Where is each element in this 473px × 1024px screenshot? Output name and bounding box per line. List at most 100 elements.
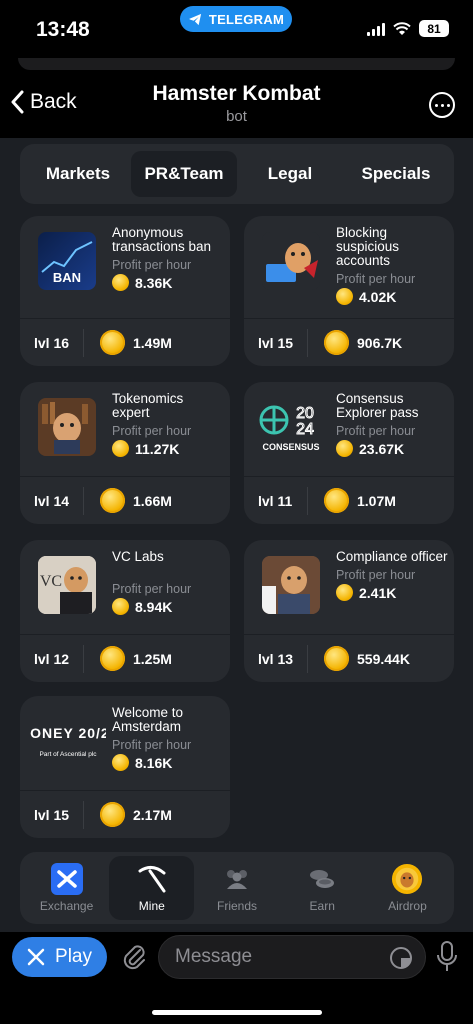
svg-text:VC: VC (40, 573, 62, 590)
profit-per-hour-label: Profit per hour (112, 582, 192, 596)
wifi-icon (393, 21, 411, 35)
main-panel: Markets PR&Team Legal Specials BAN Anony… (0, 138, 473, 932)
close-icon (27, 948, 45, 966)
level-label: lvl 15 (20, 800, 84, 829)
telegram-pill[interactable]: TELEGRAM (180, 6, 292, 32)
nav-airdrop[interactable]: Airdrop (365, 856, 450, 920)
profit-per-hour-label: Profit per hour (112, 738, 192, 752)
nav-label: Friends (217, 899, 258, 913)
card-consensus-explorer-pass[interactable]: 20 24 CONSENSUS Consensus Explorer pass … (244, 382, 454, 524)
level-label: lvl 16 (20, 328, 84, 357)
bottom-nav: Exchange Mine Friends Earn Airdrop (20, 852, 454, 924)
hamster-officer-icon (262, 556, 320, 614)
coin-icon (112, 440, 129, 457)
microphone-icon[interactable] (436, 940, 458, 974)
card-title: Tokenomics expert (112, 391, 184, 420)
profit-per-hour-value: 4.02K (359, 288, 397, 305)
pickaxe-icon (136, 863, 168, 895)
friends-icon (221, 863, 253, 895)
tab-legal[interactable]: Legal (237, 151, 343, 197)
profit-per-hour-value: 2.41K (359, 584, 397, 601)
card-welcome-to-amsterdam[interactable]: MONEY 20/20 Part of Ascential plc Welcom… (20, 696, 230, 838)
card-title: Welcome to Amsterdam (112, 705, 184, 734)
coin-icon (112, 598, 129, 615)
profit-per-hour-label: Profit per hour (336, 568, 416, 582)
status-icons: 81 (367, 20, 449, 37)
play-button[interactable]: Play (12, 937, 107, 977)
message-input[interactable] (175, 946, 375, 968)
message-bar: Play (0, 932, 473, 1024)
card-vc-labs[interactable]: VC VC Labs Profit per hour 8.94K lvl 12 … (20, 540, 230, 682)
profit-per-hour-label: Profit per hour (336, 272, 416, 286)
signal-icon (367, 22, 385, 36)
hamster-laptop-icon (262, 232, 320, 290)
play-label: Play (55, 946, 92, 967)
coin-icon (100, 646, 125, 671)
tab-specials[interactable]: Specials (343, 151, 449, 197)
upgrade-cost: 559.44K (357, 650, 410, 667)
money2020-logo-icon: MONEY 20/20 Part of Ascential plc (30, 712, 106, 770)
card-title: Blocking suspicious accounts (336, 225, 400, 268)
nav-earn[interactable]: Earn (280, 856, 365, 920)
level-label: lvl 12 (20, 644, 84, 673)
coin-icon (100, 488, 125, 513)
nav-friends[interactable]: Friends (194, 856, 279, 920)
svg-text:24: 24 (296, 421, 314, 438)
telegram-icon (189, 13, 201, 25)
nav-label: Mine (138, 899, 165, 913)
attach-icon[interactable] (120, 942, 148, 972)
card-anonymous-transactions-ban[interactable]: BAN Anonymous transactions ban Profit pe… (20, 216, 230, 366)
level-label: lvl 15 (244, 328, 308, 357)
hamster-library-icon (38, 398, 96, 456)
level-label: lvl 11 (244, 486, 308, 515)
svg-text:Part of Ascential plc: Part of Ascential plc (39, 751, 97, 758)
ban-chart-icon: BAN (38, 232, 96, 290)
sticker-icon[interactable] (389, 946, 413, 970)
coin-icon (112, 754, 129, 771)
page-title: Hamster Kombat (152, 82, 321, 105)
card-title: VC Labs (112, 549, 164, 564)
telegram-pill-label: TELEGRAM (208, 11, 285, 27)
nav-label: Exchange (39, 899, 94, 913)
card-tokenomics-expert[interactable]: Tokenomics expert Profit per hour 11.27K… (20, 382, 230, 524)
upgrade-cost: 906.7K (357, 334, 403, 351)
upgrade-cost: 1.49M (133, 334, 172, 351)
card-title: Compliance officer (336, 549, 448, 564)
profit-per-hour-value: 11.27K (135, 440, 180, 457)
coin-icon (100, 802, 125, 827)
coin-icon (336, 584, 353, 601)
header: Back Hamster Kombat bot (0, 58, 473, 138)
nav-mine[interactable]: Mine (109, 856, 195, 920)
more-button[interactable] (429, 92, 455, 118)
coins-icon (306, 863, 338, 895)
coin-icon (336, 440, 353, 457)
coin-icon (100, 330, 125, 355)
nav-label: Airdrop (388, 899, 427, 913)
tab-pr-team[interactable]: PR&Team (131, 151, 237, 197)
nav-label: Earn (309, 899, 335, 913)
svg-text:BAN: BAN (53, 270, 81, 285)
card-title: Consensus Explorer pass (336, 391, 419, 420)
level-label: lvl 14 (20, 486, 84, 515)
tab-markets[interactable]: Markets (25, 151, 131, 197)
profit-per-hour-value: 8.16K (135, 754, 173, 771)
consensus-logo-icon: 20 24 CONSENSUS (258, 398, 324, 456)
exchange-icon (50, 863, 83, 895)
upgrade-cost: 1.07M (357, 492, 396, 509)
vc-hamster-icon: VC (38, 556, 96, 614)
nav-exchange[interactable]: Exchange (24, 856, 109, 920)
coin-icon (324, 646, 349, 671)
card-blocking-suspicious-accounts[interactable]: Blocking suspicious accounts Profit per … (244, 216, 454, 366)
svg-text:CONSENSUS: CONSENSUS (262, 442, 319, 452)
coin-icon (112, 274, 129, 291)
card-title: Anonymous transactions ban (112, 225, 212, 254)
message-input-wrapper (158, 935, 426, 979)
card-compliance-officer[interactable]: Compliance officer Profit per hour 2.41K… (244, 540, 454, 682)
profit-per-hour-label: Profit per hour (112, 258, 192, 272)
coin-icon (324, 488, 349, 513)
profit-per-hour-value: 8.94K (135, 598, 173, 615)
upgrade-cost: 1.66M (133, 492, 172, 509)
profit-per-hour-label: Profit per hour (112, 424, 192, 438)
svg-text:MONEY 20/20: MONEY 20/20 (30, 725, 106, 741)
category-tabs: Markets PR&Team Legal Specials (20, 144, 454, 204)
